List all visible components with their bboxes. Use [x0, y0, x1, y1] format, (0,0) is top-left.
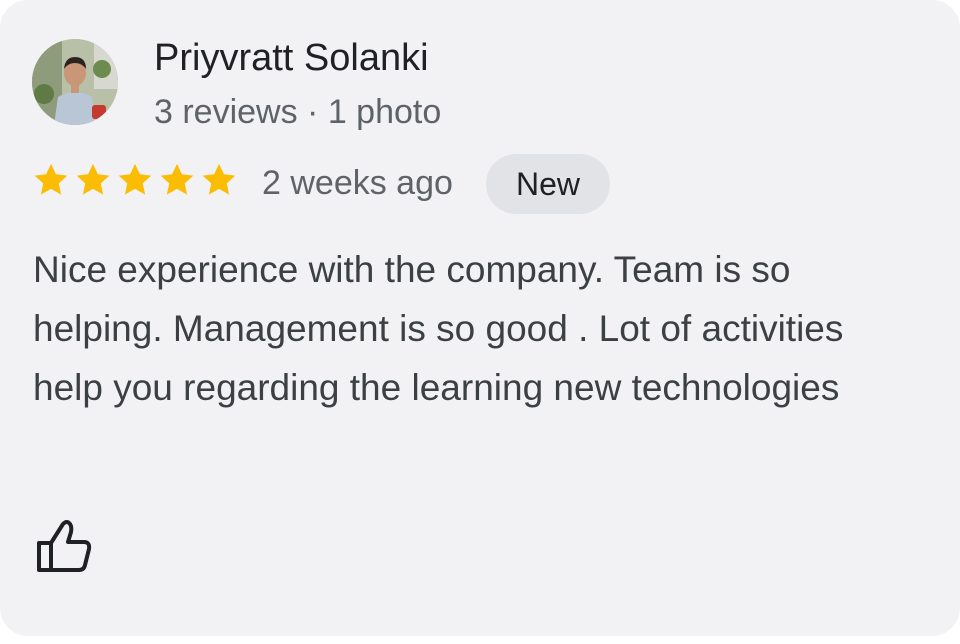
star-rating	[32, 161, 238, 203]
new-badge: New	[486, 154, 610, 214]
review-time: 2 weeks ago	[262, 164, 453, 202]
star-icon	[76, 163, 110, 195]
star-icon	[34, 163, 68, 195]
avatar-photo	[32, 39, 118, 125]
review-card: Priyvratt Solanki 3 reviews · 1 photo 2 …	[0, 0, 960, 636]
star-icon	[160, 163, 194, 195]
star-icon	[202, 163, 236, 195]
thumbs-up-icon	[37, 520, 92, 572]
star-icon	[118, 163, 152, 195]
reviewer-stats: 3 reviews · 1 photo	[154, 93, 442, 131]
review-text: Nice experience with the company. Team i…	[33, 249, 844, 408]
like-button[interactable]	[34, 518, 94, 574]
reviewer-avatar[interactable]	[32, 39, 118, 125]
reviewer-name[interactable]: Priyvratt Solanki	[154, 35, 429, 81]
